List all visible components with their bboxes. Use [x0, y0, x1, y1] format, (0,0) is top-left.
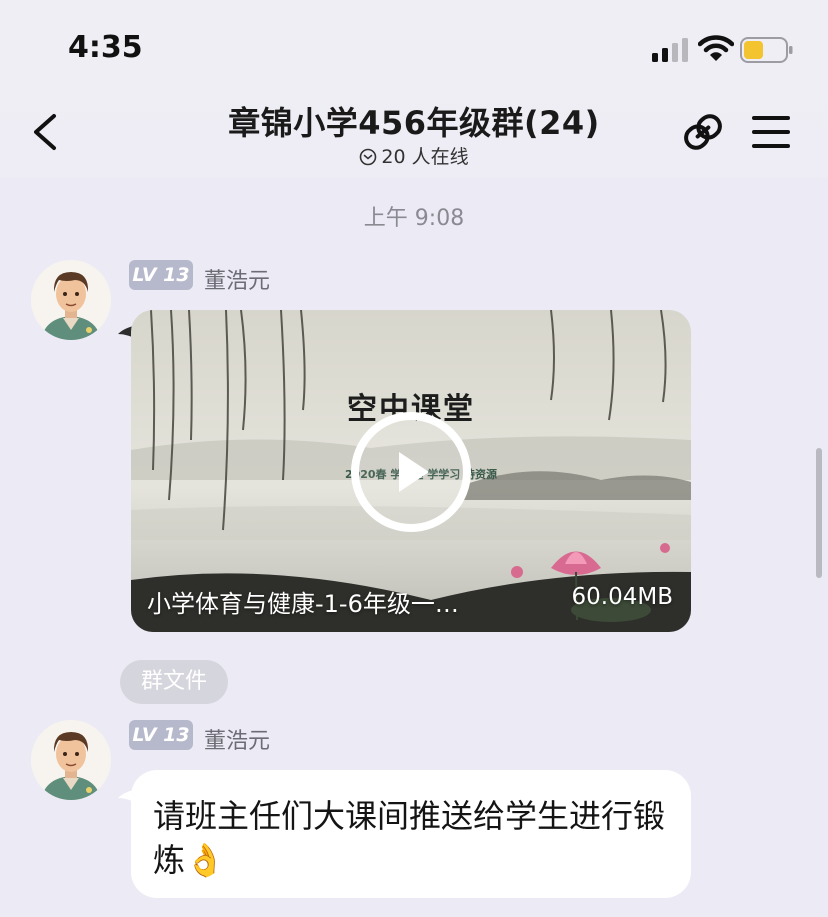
message-text: 请班主任们大课间推送给学生进行锻炼👌: [153, 797, 666, 879]
group-file-tag[interactable]: 群文件: [120, 660, 228, 704]
text-message-bubble[interactable]: 请班主任们大课间推送给学生进行锻炼👌: [131, 770, 691, 898]
online-status-icon: [360, 148, 377, 166]
status-time: 4:35: [68, 30, 143, 65]
video-file-size: 60.04MB: [571, 584, 673, 610]
wifi-icon: [698, 35, 734, 61]
avatar[interactable]: [31, 260, 111, 340]
video-filename: 小学体育与健康-1-6年级一…: [147, 590, 459, 618]
cellular-signal-icon: [652, 38, 688, 62]
battery-icon: [740, 37, 793, 63]
link-icon[interactable]: [678, 108, 728, 156]
scrollbar[interactable]: [816, 448, 822, 578]
sender-name[interactable]: 董浩元: [204, 263, 270, 295]
avatar-image: [31, 720, 111, 800]
sender-name[interactable]: 董浩元: [204, 723, 270, 755]
top-bar: 4:35 章锦小学456年级群(24) 20 人在线: [0, 0, 828, 178]
online-count: 20 人在线: [381, 146, 469, 168]
hamburger-menu-icon[interactable]: [750, 112, 792, 152]
avatar[interactable]: [31, 720, 111, 800]
video-message[interactable]: 空中课堂 2020春 学期延 学学习 持资源 小学体育与健康-1-6年级一… 6…: [131, 310, 691, 632]
level-badge: LV 13: [129, 720, 193, 750]
message-timestamp: 上午 9:08: [363, 206, 465, 231]
play-icon[interactable]: [349, 410, 473, 534]
avatar-image: [31, 260, 111, 340]
level-badge: LV 13: [129, 260, 193, 290]
